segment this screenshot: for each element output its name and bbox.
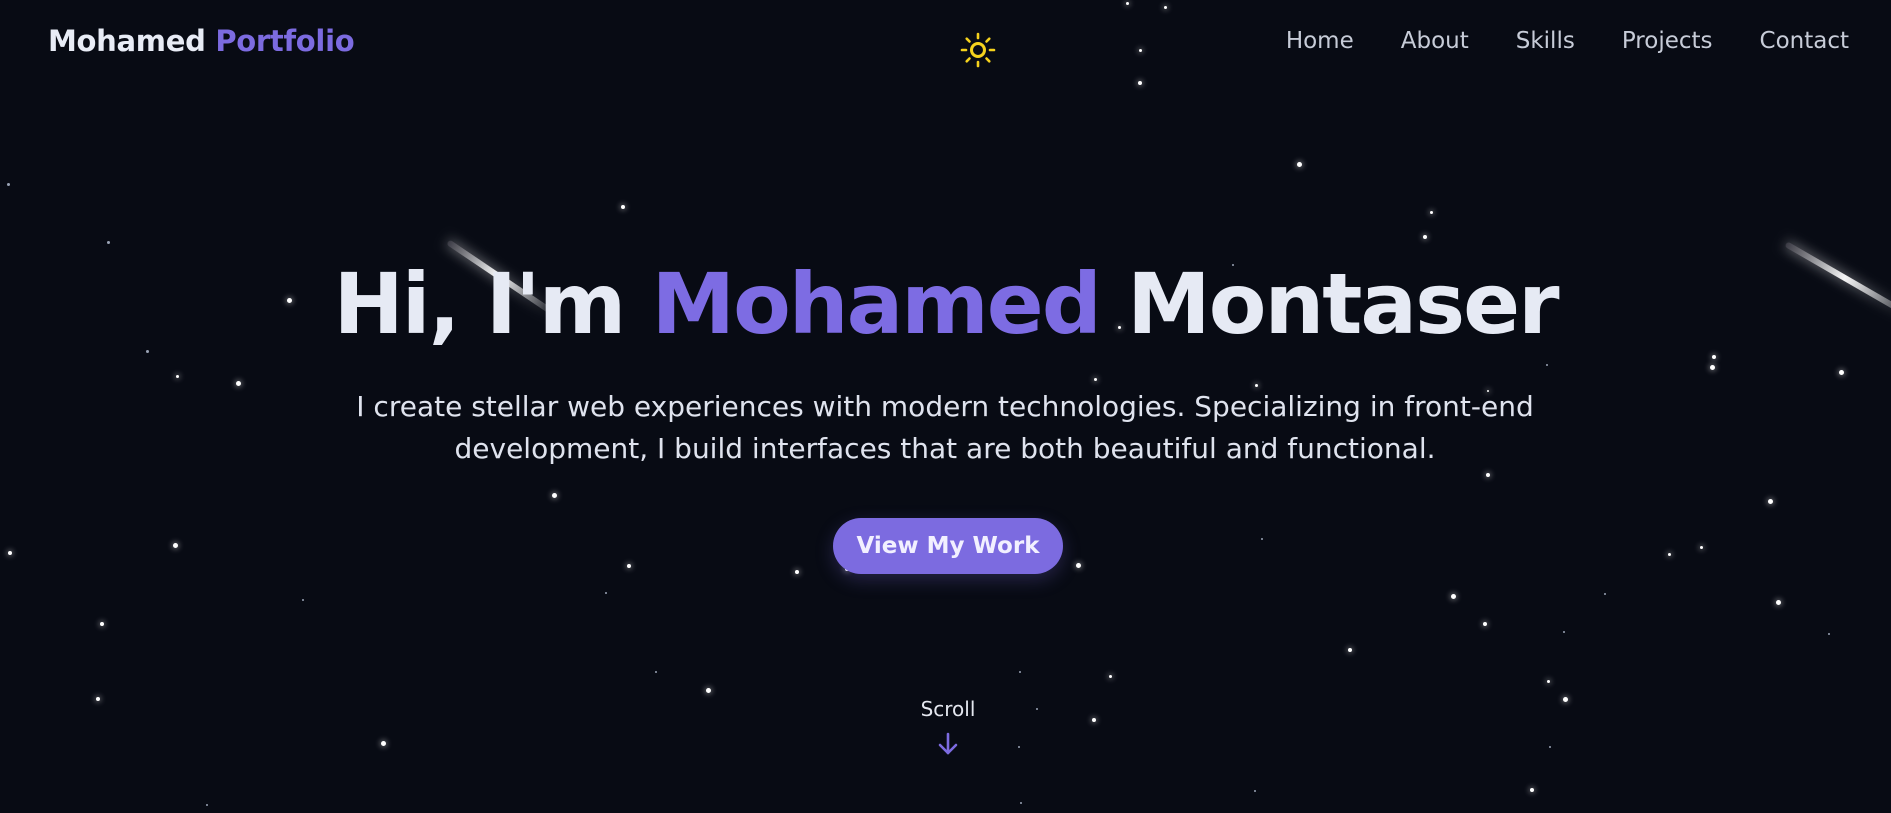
star — [1261, 538, 1263, 540]
star — [1776, 600, 1781, 605]
hero-subtitle: I create stellar web experiences with mo… — [356, 390, 1534, 465]
star — [1036, 708, 1038, 710]
star — [1451, 594, 1456, 599]
star — [100, 622, 104, 626]
star — [206, 804, 208, 806]
nav-links: Home About Skills Projects Contact — [1286, 28, 1849, 54]
site-logo[interactable]: Mohamed Portfolio — [48, 24, 355, 58]
star — [1483, 622, 1487, 626]
star — [1423, 235, 1427, 239]
page: Mohamed Portfolio Home About Skills Proj… — [0, 0, 1891, 813]
star — [627, 564, 631, 568]
nav-link-contact[interactable]: Contact — [1760, 28, 1849, 54]
nav-link-about[interactable]: About — [1401, 28, 1469, 54]
star — [1348, 648, 1352, 652]
star — [1018, 746, 1020, 748]
star — [107, 241, 110, 244]
star — [173, 543, 178, 548]
star — [1092, 718, 1096, 722]
star — [1549, 746, 1551, 748]
nav-link-projects[interactable]: Projects — [1622, 28, 1713, 54]
theme-toggle-button[interactable] — [960, 32, 996, 68]
star — [1430, 211, 1433, 214]
star — [655, 671, 657, 673]
hero-last-name: Montaser — [1127, 255, 1559, 353]
star — [1710, 365, 1715, 370]
logo-second-word: Portfolio — [215, 24, 355, 58]
star — [1768, 499, 1773, 504]
star — [302, 599, 304, 601]
star — [1020, 802, 1022, 804]
nav-link-skills[interactable]: Skills — [1516, 28, 1575, 54]
star — [1094, 378, 1097, 381]
star — [605, 592, 607, 594]
star — [1839, 370, 1844, 375]
star — [8, 551, 12, 555]
star — [381, 741, 386, 746]
star — [1109, 675, 1112, 678]
star — [621, 205, 625, 209]
scroll-label: Scroll — [920, 697, 976, 721]
star — [1828, 633, 1830, 635]
star — [236, 381, 241, 386]
arrow-down-icon — [938, 732, 958, 755]
view-my-work-button[interactable]: View My Work — [833, 518, 1063, 574]
nav-link-home[interactable]: Home — [1286, 28, 1354, 54]
star — [176, 375, 179, 378]
hero-greeting: Hi, I'm — [333, 255, 626, 353]
scroll-indicator[interactable]: Scroll — [888, 697, 1008, 757]
hero-first-name: Mohamed — [651, 255, 1101, 353]
star — [1076, 563, 1081, 568]
star — [1604, 593, 1606, 595]
star — [1700, 546, 1703, 549]
star — [1546, 364, 1548, 366]
star — [1563, 631, 1565, 633]
star — [1486, 473, 1490, 477]
star — [1530, 788, 1534, 792]
star — [146, 350, 149, 353]
hero-title: Hi, I'm Mohamed Montaser — [0, 258, 1891, 350]
logo-first-word: Mohamed — [48, 24, 206, 58]
star — [706, 688, 711, 693]
star — [1563, 697, 1568, 702]
star — [1254, 790, 1256, 792]
star — [795, 570, 799, 574]
star — [1668, 553, 1671, 556]
sun-icon — [960, 32, 996, 68]
navbar: Mohamed Portfolio Home About Skills Proj… — [0, 0, 1891, 88]
star — [1019, 671, 1021, 673]
star — [1547, 680, 1550, 683]
star — [552, 493, 557, 498]
star — [96, 697, 100, 701]
star — [1712, 355, 1716, 359]
star — [7, 183, 10, 186]
star — [1297, 162, 1302, 167]
